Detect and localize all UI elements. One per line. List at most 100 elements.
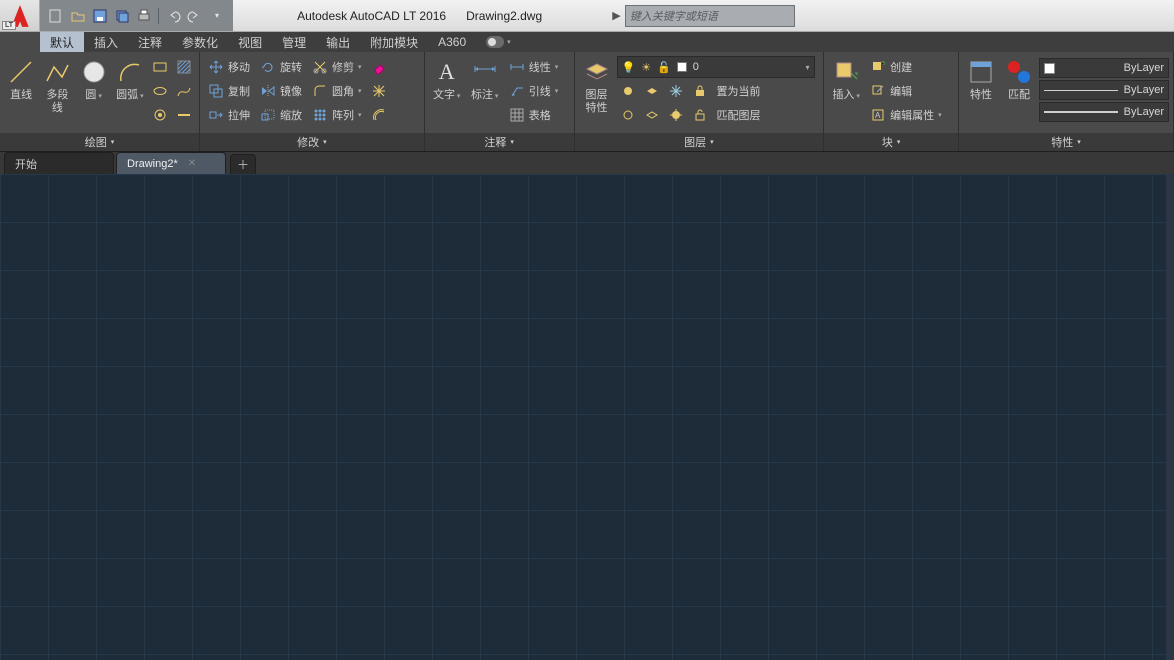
panel-annotate: A 文字 标注 线性▾ 引线▾ 表格 注释▾ [425, 52, 575, 151]
props-button[interactable]: 特性 [963, 56, 999, 104]
polyline-button[interactable]: 多段线 [40, 56, 74, 117]
print-icon[interactable] [136, 8, 152, 24]
search-wrap: ▶ 键入关键字或短语 [606, 0, 800, 31]
layer-dropdown[interactable]: 💡 ☀ 🔓 0 ▾ [617, 56, 815, 78]
rect-icon[interactable] [149, 56, 171, 78]
donut-icon[interactable] [149, 104, 171, 126]
title-text: Autodesk AutoCAD LT 2016 Drawing2.dwg [233, 0, 606, 31]
ribbon-expand-button[interactable]: ▾ [480, 32, 517, 52]
search-input[interactable]: 键入关键字或短语 [625, 5, 795, 27]
panel-draw: 直线 多段线 圆 圆弧 [0, 52, 200, 151]
table-button[interactable]: 表格 [505, 104, 563, 126]
panel-props-title[interactable]: 特性▾ [959, 133, 1173, 151]
block-edit-button[interactable]: 编辑 [866, 80, 946, 102]
saveall-icon[interactable] [114, 8, 130, 24]
svg-text:A: A [875, 111, 881, 120]
laythw-icon[interactable] [665, 104, 687, 126]
qat-dropdown-icon[interactable]: ▾ [209, 8, 225, 24]
layer-name: 0 [693, 61, 800, 73]
explode-icon[interactable] [368, 80, 390, 102]
line-button[interactable]: 直线 [4, 56, 38, 104]
tab-parametric[interactable]: 参数化 [172, 32, 228, 52]
matchLayer-button[interactable]: 匹配图层 [713, 104, 765, 126]
tab-default[interactable]: 默认 [40, 32, 84, 52]
scale-button[interactable]: 缩放 [256, 104, 306, 126]
scrollbar-vertical[interactable] [1166, 174, 1174, 660]
leader-button[interactable]: 引线▾ [505, 80, 563, 102]
panel-properties: 特性 匹配 ByLayer ByLayer ByLayer 特性▾ [959, 52, 1174, 151]
erase-icon[interactable] [368, 56, 390, 78]
text-button[interactable]: A 文字 [429, 56, 465, 104]
tab-manage[interactable]: 管理 [272, 32, 316, 52]
tab-insert[interactable]: 插入 [84, 32, 128, 52]
doctab-drawing2[interactable]: Drawing2*✕ [116, 152, 226, 174]
point-icon[interactable] [173, 104, 195, 126]
layoff-icon[interactable] [617, 80, 639, 102]
layer-color-swatch [677, 62, 687, 72]
undo-icon[interactable] [165, 8, 181, 24]
rotate-button[interactable]: 旋转 [256, 56, 306, 78]
tab-view[interactable]: 视图 [228, 32, 272, 52]
move-button[interactable]: 移动 [204, 56, 254, 78]
trim-button[interactable]: 修剪▾ [308, 56, 366, 78]
mirror-button[interactable]: 镜像 [256, 80, 306, 102]
block-create-button[interactable]: 创建 [866, 56, 946, 78]
panel-modify: 移动 旋转 修剪▾ 复制 镜像 圆角▾ 拉伸 缩放 阵列▾ [200, 52, 425, 151]
fillet-button[interactable]: 圆角▾ [308, 80, 366, 102]
doc-name: Drawing2.dwg [466, 9, 542, 23]
tab-output[interactable]: 输出 [316, 32, 360, 52]
stretch-button[interactable]: 拉伸 [204, 104, 254, 126]
match-button[interactable]: 匹配 [1001, 56, 1037, 104]
save-icon[interactable] [92, 8, 108, 24]
circle-button[interactable]: 圆 [77, 56, 111, 104]
bulb-on-icon: 💡 [622, 61, 636, 74]
color-dropdown[interactable]: ByLayer [1039, 58, 1169, 78]
quick-access-toolbar: ▾ [40, 0, 233, 31]
block-editattr-button[interactable]: A编辑属性▾ [866, 104, 946, 126]
offset-icon[interactable] [368, 104, 390, 126]
dim-button[interactable]: 标注 [467, 56, 503, 104]
sun-icon: ☀ [641, 61, 651, 74]
tab-addons[interactable]: 附加模块 [360, 32, 428, 52]
search-placeholder: 键入关键字或短语 [630, 8, 718, 24]
layuniso-icon[interactable] [641, 104, 663, 126]
ribbon: 直线 多段线 圆 圆弧 [0, 52, 1174, 152]
lineweight-dropdown[interactable]: ByLayer [1039, 102, 1169, 122]
redo-icon[interactable] [187, 8, 203, 24]
close-icon[interactable]: ✕ [188, 158, 196, 169]
app-name: Autodesk AutoCAD LT 2016 [297, 9, 446, 23]
panel-block-title[interactable]: 块▾ [824, 133, 958, 151]
linetype-dropdown[interactable]: ByLayer [1039, 80, 1169, 100]
panel-modify-title[interactable]: 修改▾ [200, 133, 424, 151]
logo-badge: LT [2, 21, 16, 30]
linear-button[interactable]: 线性▾ [505, 56, 563, 78]
lock-icon: 🔓 [657, 61, 671, 74]
new-tab-button[interactable]: ＋ [230, 154, 256, 174]
ellipse-icon[interactable] [149, 80, 171, 102]
tab-annotate[interactable]: 注释 [128, 32, 172, 52]
drawing-canvas[interactable] [0, 174, 1174, 660]
panel-layers-title[interactable]: 图层▾ [575, 133, 824, 151]
panel-annotate-title[interactable]: 注释▾ [425, 133, 574, 151]
spline-icon[interactable] [173, 80, 195, 102]
layunlock-icon[interactable] [689, 104, 711, 126]
hatch-icon[interactable] [173, 56, 195, 78]
array-button[interactable]: 阵列▾ [308, 104, 366, 126]
laylock-icon[interactable] [689, 80, 711, 102]
layiso-icon[interactable] [641, 80, 663, 102]
insert-button[interactable]: 插入 [828, 56, 864, 104]
new-icon[interactable] [48, 8, 64, 24]
search-arrow-icon[interactable]: ▶ [612, 9, 620, 22]
panel-draw-title[interactable]: 绘图▾ [0, 133, 199, 151]
layon-icon[interactable] [617, 104, 639, 126]
layerprops-button[interactable]: 图层 特性 [579, 56, 615, 117]
doctab-start[interactable]: 开始 [4, 152, 114, 174]
open-icon[interactable] [70, 8, 86, 24]
app-menu-button[interactable]: LT [0, 0, 40, 31]
tab-a360[interactable]: A360 [428, 32, 476, 52]
arc-button[interactable]: 圆弧 [113, 56, 147, 104]
copy-button[interactable]: 复制 [204, 80, 254, 102]
layfrz-icon[interactable] [665, 80, 687, 102]
document-tabs: 开始 Drawing2*✕ ＋ [0, 152, 1174, 174]
makeCurrent-button[interactable]: 置为当前 [713, 80, 765, 102]
